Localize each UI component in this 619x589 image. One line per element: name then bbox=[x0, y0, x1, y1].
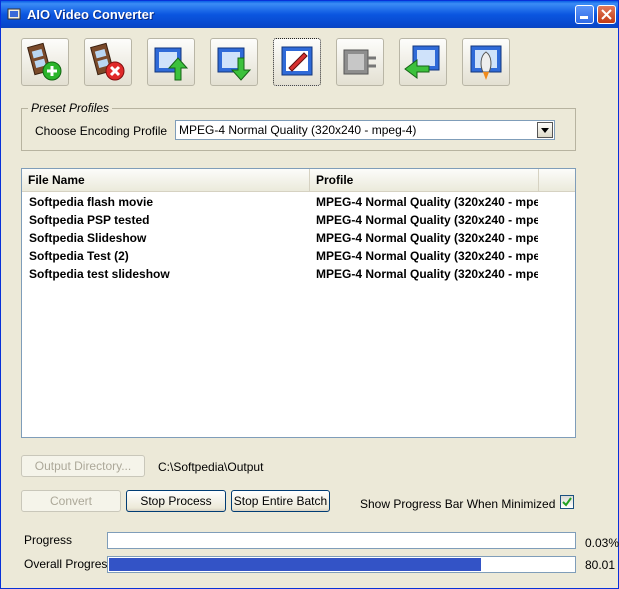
convert-button[interactable]: Convert bbox=[21, 490, 121, 512]
profile-cell: MPEG-4 Normal Quality (320x240 - mpe... bbox=[316, 213, 538, 227]
table-row[interactable]: Softpedia PSP tested MPEG-4 Normal Quali… bbox=[22, 210, 575, 228]
checkmark-icon bbox=[562, 497, 572, 507]
move-down-icon bbox=[217, 47, 252, 81]
minimize-button[interactable] bbox=[575, 5, 594, 24]
minimized-progress-checkbox[interactable] bbox=[560, 495, 574, 509]
add-file-icon bbox=[27, 42, 62, 81]
stop-process-button[interactable]: Stop Process bbox=[126, 490, 226, 512]
plugin-icon bbox=[343, 49, 376, 75]
window-title: AIO Video Converter bbox=[27, 7, 154, 22]
minimize-icon bbox=[580, 16, 588, 19]
close-button[interactable] bbox=[597, 5, 616, 24]
move-up-button[interactable] bbox=[147, 38, 195, 86]
table-row[interactable]: Softpedia Test (2) MPEG-4 Normal Quality… bbox=[22, 246, 575, 264]
table-row[interactable]: Softpedia test slideshow MPEG-4 Normal Q… bbox=[22, 264, 575, 282]
edit-profile-icon bbox=[281, 46, 313, 76]
profile-cell: MPEG-4 Normal Quality (320x240 - mpe... bbox=[316, 195, 538, 209]
preset-profiles-legend: Preset Profiles bbox=[31, 101, 110, 115]
minimized-progress-label: Show Progress Bar When Minimized bbox=[360, 497, 556, 511]
output-directory-button[interactable]: Output Directory... bbox=[21, 455, 145, 477]
edit-profile-button[interactable] bbox=[273, 38, 321, 86]
column-header-profile[interactable]: Profile bbox=[310, 169, 539, 191]
encoding-profile-label: Choose Encoding Profile bbox=[35, 124, 168, 138]
table-row[interactable]: Softpedia Slideshow MPEG-4 Normal Qualit… bbox=[22, 228, 575, 246]
overall-progress-value: 80.01 bbox=[585, 558, 616, 572]
file-list-body: Softpedia flash movie MPEG-4 Normal Qual… bbox=[22, 192, 575, 282]
app-icon bbox=[7, 8, 21, 20]
title-bar[interactable]: AIO Video Converter bbox=[1, 1, 618, 28]
launch-button[interactable] bbox=[462, 38, 510, 86]
import-button[interactable] bbox=[399, 38, 447, 86]
progress-value: 0.03% bbox=[585, 536, 619, 550]
move-down-button[interactable] bbox=[210, 38, 258, 86]
remove-file-button[interactable] bbox=[84, 38, 132, 86]
profile-cell: MPEG-4 Normal Quality (320x240 - mpe... bbox=[316, 231, 538, 245]
column-header-file-name[interactable]: File Name bbox=[22, 169, 310, 191]
output-path: C:\Softpedia\Output bbox=[158, 460, 264, 474]
file-name-cell: Softpedia test slideshow bbox=[29, 267, 170, 281]
profile-cell: MPEG-4 Normal Quality (320x240 - mpe... bbox=[316, 267, 538, 281]
overall-progress-bar bbox=[107, 556, 576, 573]
column-header-empty bbox=[539, 169, 575, 191]
file-name-cell: Softpedia Test (2) bbox=[29, 249, 129, 263]
launch-icon bbox=[470, 45, 502, 80]
add-file-button[interactable] bbox=[21, 38, 69, 86]
file-name-cell: Softpedia flash movie bbox=[29, 195, 154, 209]
file-list[interactable]: File Name Profile Softpedia flash movie … bbox=[21, 168, 576, 438]
plugin-button[interactable] bbox=[336, 38, 384, 86]
file-list-header: File Name Profile bbox=[22, 169, 575, 192]
encoding-profile-value: MPEG-4 Normal Quality (320x240 - mpeg-4) bbox=[179, 123, 417, 137]
overall-progress-label: Overall Progress bbox=[24, 557, 114, 571]
file-name-cell: Softpedia PSP tested bbox=[29, 213, 150, 227]
close-icon bbox=[601, 9, 612, 20]
dropdown-arrow-button[interactable] bbox=[537, 122, 553, 138]
progress-bar bbox=[107, 532, 576, 549]
move-up-icon bbox=[154, 47, 189, 81]
progress-label: Progress bbox=[24, 533, 73, 547]
file-name-cell: Softpedia Slideshow bbox=[29, 231, 147, 245]
profile-cell: MPEG-4 Normal Quality (320x240 - mpe... bbox=[316, 249, 538, 263]
main-window: AIO Video Converter Preset Profiles Choo… bbox=[0, 0, 619, 589]
chevron-down-icon bbox=[541, 128, 549, 133]
import-icon bbox=[404, 45, 440, 79]
remove-file-icon bbox=[90, 42, 125, 81]
overall-progress-fill bbox=[109, 558, 481, 571]
encoding-profile-select[interactable]: MPEG-4 Normal Quality (320x240 - mpeg-4) bbox=[175, 120, 555, 140]
stop-entire-batch-button[interactable]: Stop Entire Batch bbox=[231, 490, 330, 512]
table-row[interactable]: Softpedia flash movie MPEG-4 Normal Qual… bbox=[22, 192, 575, 210]
